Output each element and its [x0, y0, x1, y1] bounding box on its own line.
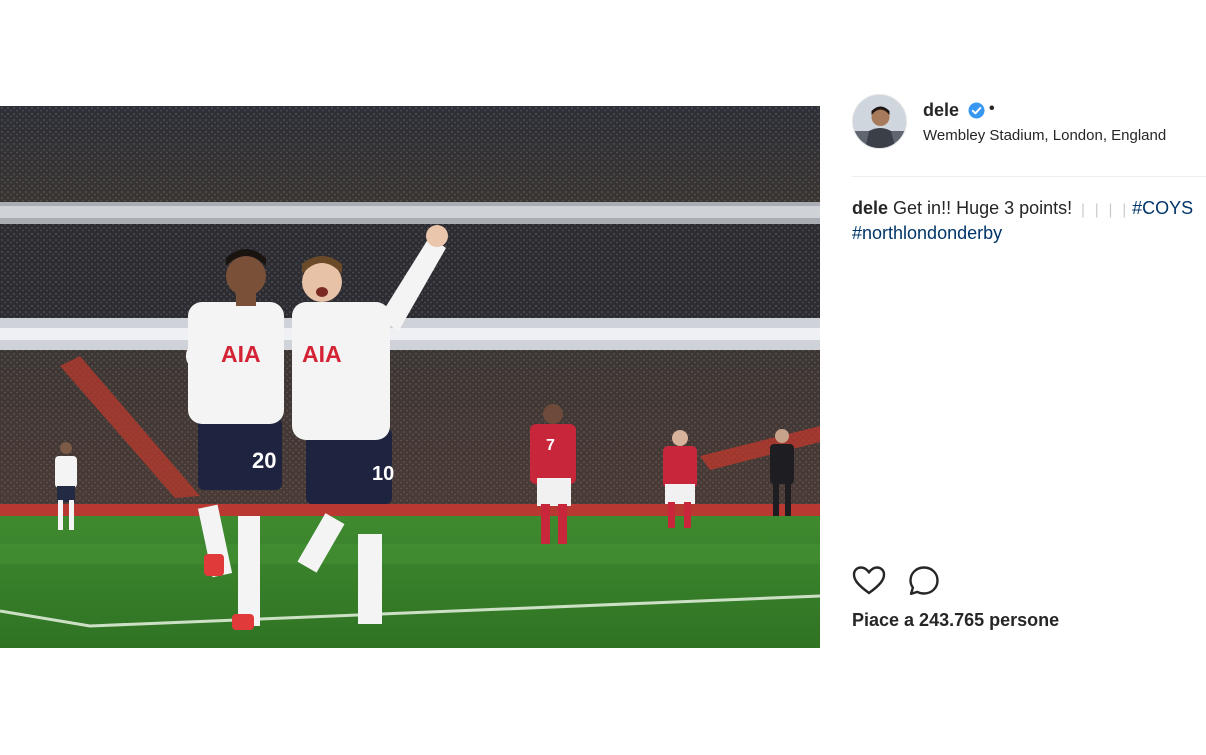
post-actions [852, 564, 972, 598]
player-number-7: 7 [546, 437, 555, 454]
heart-icon[interactable] [852, 564, 886, 598]
location-link[interactable]: Wembley Stadium, London, England [923, 127, 1166, 144]
caption-username-link[interactable]: dele [852, 198, 888, 218]
stadium-celebration-image: 7 AIA 20 AIA 10 [0, 106, 820, 648]
post-photo[interactable]: 7 AIA 20 AIA 10 [0, 106, 820, 648]
avatar-image [853, 95, 906, 148]
post-side-panel: dele • Wembley Stadium, London, England … [852, 94, 1206, 630]
comment-bubble-icon[interactable] [907, 564, 941, 598]
caption-text: Get in!! Huge 3 points! [893, 198, 1073, 218]
likes-count[interactable]: Piace a 243.765 persone [852, 610, 1059, 631]
shirt-sponsor-right: AIA [302, 341, 342, 367]
post-caption: dele Get in!! Huge 3 points! ❘❘❘❘#COYS #… [852, 196, 1197, 245]
player-number-20: 20 [252, 448, 276, 473]
verified-badge-icon [968, 102, 985, 119]
caption-emoji: ❘❘❘❘ [1077, 201, 1133, 217]
avatar[interactable] [852, 94, 907, 149]
header-separator: • [989, 100, 995, 117]
post-header: dele • Wembley Stadium, London, England [852, 94, 1206, 150]
player-number-10: 10 [372, 463, 394, 485]
username-link[interactable]: dele [923, 100, 959, 121]
hashtag-northlondonderby-link[interactable]: #northlondonderby [852, 223, 1002, 243]
header-divider [852, 176, 1206, 177]
hashtag-coys-link[interactable]: #COYS [1132, 198, 1193, 218]
shirt-sponsor-left: AIA [221, 341, 261, 367]
